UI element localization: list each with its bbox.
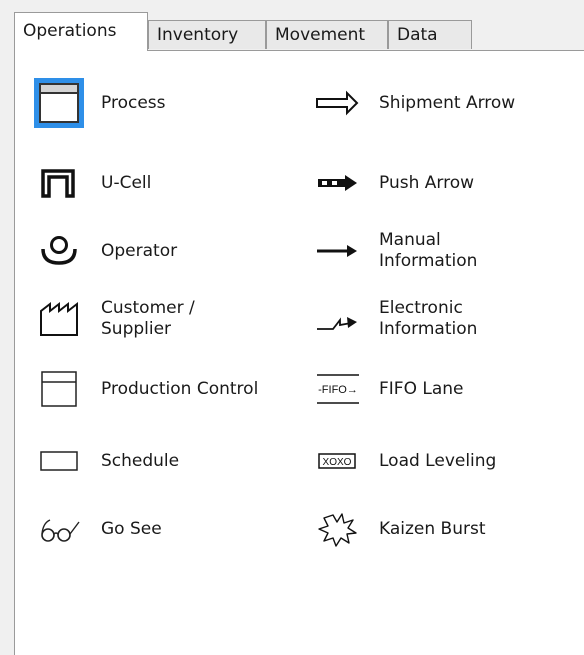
shape-label: Shipment Arrow xyxy=(379,92,516,113)
kaizen-burst-icon xyxy=(311,503,363,555)
tab-strip: Operations Inventory Movement Data xyxy=(14,12,584,51)
schedule-icon xyxy=(33,435,85,487)
process-icon xyxy=(33,77,85,129)
shape-manual-information[interactable]: Manual Information xyxy=(311,225,581,277)
tab-inventory[interactable]: Inventory xyxy=(148,20,266,49)
manual-arrow-icon xyxy=(311,225,363,277)
load-leveling-icon: XOXO xyxy=(311,435,363,487)
load-leveling-text: XOXO xyxy=(323,457,352,468)
operator-icon xyxy=(33,225,85,277)
shape-label: Production Control xyxy=(101,378,259,399)
shape-label: Go See xyxy=(101,518,162,539)
shape-label: U-Cell xyxy=(101,172,152,193)
shape-u-cell[interactable]: U-Cell xyxy=(33,157,303,209)
shape-label: Customer / Supplier xyxy=(101,298,195,339)
shape-customer-supplier[interactable]: Customer / Supplier xyxy=(33,293,303,345)
tab-movement[interactable]: Movement xyxy=(266,20,388,49)
shape-label: Electronic Information xyxy=(379,298,478,339)
shape-palette: Process U-Cell Operator Customer / Suppl… xyxy=(14,50,584,655)
shape-load-leveling[interactable]: XOXO Load Leveling xyxy=(311,435,581,487)
shape-shipment-arrow[interactable]: Shipment Arrow xyxy=(311,77,581,129)
shape-electronic-information[interactable]: Electronic Information xyxy=(311,293,581,345)
shape-process[interactable]: Process xyxy=(33,77,303,129)
shape-fifo-lane[interactable]: -FIFO→ FIFO Lane xyxy=(311,363,581,415)
shape-label: Operator xyxy=(101,240,178,261)
shape-label: Kaizen Burst xyxy=(379,518,486,539)
shape-label: Load Leveling xyxy=(379,450,497,471)
shape-go-see[interactable]: Go See xyxy=(33,503,303,555)
shape-label: Push Arrow xyxy=(379,172,475,193)
shape-push-arrow[interactable]: Push Arrow xyxy=(311,157,581,209)
shipment-arrow-icon xyxy=(311,77,363,129)
factory-icon xyxy=(33,293,85,345)
tab-data[interactable]: Data xyxy=(388,20,472,49)
push-arrow-icon xyxy=(311,157,363,209)
shape-production-control[interactable]: Production Control xyxy=(33,363,303,415)
production-control-icon xyxy=(33,363,85,415)
fifo-lane-icon: -FIFO→ xyxy=(311,363,363,415)
shape-operator[interactable]: Operator xyxy=(33,225,303,277)
u-cell-icon xyxy=(33,157,85,209)
shape-label: FIFO Lane xyxy=(379,378,464,399)
fifo-lane-text: -FIFO→ xyxy=(318,384,358,396)
shape-label: Schedule xyxy=(101,450,180,471)
shape-kaizen-burst[interactable]: Kaizen Burst xyxy=(311,503,581,555)
shape-label: Manual Information xyxy=(379,230,478,271)
eyeglasses-icon xyxy=(33,503,85,555)
electronic-arrow-icon xyxy=(311,293,363,345)
tab-operations[interactable]: Operations xyxy=(14,12,148,51)
shape-label: Process xyxy=(101,92,166,113)
shape-schedule[interactable]: Schedule xyxy=(33,435,303,487)
